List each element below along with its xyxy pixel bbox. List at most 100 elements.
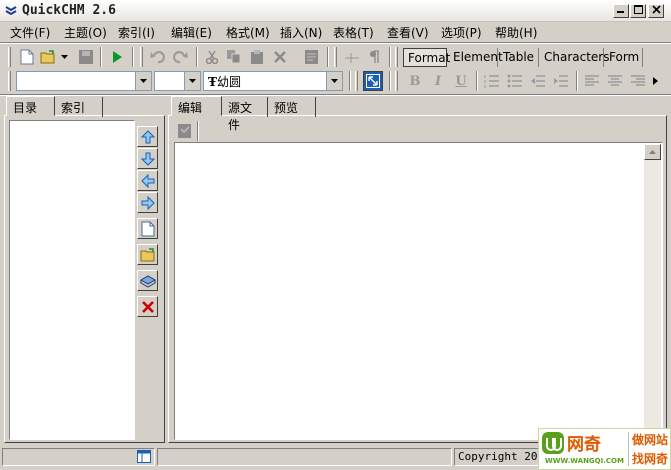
numbered-list-button[interactable] [482, 71, 502, 91]
align-right-icon [631, 75, 645, 86]
toolbar-grip[interactable] [8, 47, 11, 67]
maximize-button[interactable] [630, 4, 646, 18]
delete-button[interactable] [270, 47, 290, 67]
scroll-up-button[interactable] [644, 144, 661, 160]
menu-table[interactable]: 表格(T) [333, 24, 374, 41]
tab-table[interactable]: Table [499, 48, 539, 67]
paste-button[interactable] [247, 47, 267, 67]
watermark-brand: 网奇 [567, 435, 601, 455]
menu-help[interactable]: 帮助(H) [495, 24, 537, 41]
indent-icon [554, 75, 568, 87]
new-button[interactable] [17, 47, 37, 67]
tab-preview[interactable]: 预览 [268, 97, 316, 117]
pilcrow-icon [370, 50, 379, 63]
menu-view[interactable]: 查看(V) [387, 24, 429, 41]
vertical-scrollbar[interactable] [644, 144, 661, 438]
tab-characters[interactable]: Characters [540, 48, 610, 67]
move-right-button[interactable] [137, 192, 158, 213]
toolbar-separator [196, 47, 198, 67]
size-select-arrow[interactable] [184, 72, 200, 90]
outdent-icon [531, 75, 545, 87]
align-right-button[interactable] [628, 71, 648, 91]
tab-form[interactable]: Form [605, 48, 643, 67]
toolbar-grip[interactable] [395, 47, 398, 67]
font-select[interactable]: Ŧ幼圆 [203, 71, 343, 91]
bullet-list-button[interactable] [505, 71, 525, 91]
underline-icon: U [455, 73, 467, 89]
minimize-button[interactable] [613, 4, 629, 18]
horizontal-rule-button[interactable] [342, 47, 362, 67]
move-left-button[interactable] [137, 170, 158, 191]
tab-element[interactable]: Element [449, 48, 503, 67]
menu-file[interactable]: 文件(F) [10, 24, 50, 41]
undo-button[interactable] [148, 47, 168, 67]
align-center-button[interactable] [605, 71, 625, 91]
new-book-button[interactable] [137, 270, 158, 291]
menu-insert[interactable]: 插入(N) [280, 24, 322, 41]
redo-button[interactable] [170, 47, 190, 67]
save-button[interactable] [76, 47, 96, 67]
open-topic-button[interactable] [137, 244, 158, 265]
tab-edit[interactable]: 编辑 [171, 96, 222, 116]
cut-button[interactable] [202, 47, 222, 67]
move-up-button[interactable] [137, 126, 158, 147]
title-bar: QuickCHM 2.6 [0, 0, 671, 22]
new-page-icon [141, 221, 154, 236]
tab-contents[interactable]: 目录 [6, 96, 55, 116]
style-select[interactable] [16, 71, 152, 91]
toolbar-separator [389, 47, 391, 67]
watermark-line2: 找网奇 [632, 452, 669, 466]
menu-topic[interactable]: 主题(O) [64, 24, 107, 41]
edit-properties-button[interactable] [175, 121, 195, 141]
editor-area[interactable] [174, 142, 663, 440]
chevron-down-icon [189, 79, 196, 83]
maximize-icon [633, 5, 643, 14]
link-button[interactable] [363, 71, 383, 91]
bold-button[interactable]: B [405, 71, 425, 91]
chevron-down-icon [140, 79, 147, 83]
copy-button[interactable] [224, 47, 244, 67]
menu-options[interactable]: 选项(P) [441, 24, 482, 41]
delete-topic-button[interactable] [137, 296, 158, 317]
menu-edit[interactable]: 编辑(E) [171, 24, 212, 41]
toolbar-grip[interactable] [140, 47, 143, 67]
toolbar-separator [576, 71, 578, 91]
paragraph-marks-button[interactable] [364, 47, 384, 67]
new-topic-button[interactable] [137, 218, 158, 239]
horizontal-rule-icon [345, 53, 359, 63]
indent-button[interactable] [551, 71, 571, 91]
size-select[interactable] [154, 71, 201, 91]
properties-button[interactable] [302, 47, 322, 67]
move-down-button[interactable] [137, 148, 158, 169]
bullet-list-icon [507, 74, 522, 88]
arrow-down-icon [140, 152, 155, 166]
toolbar-grip[interactable] [395, 71, 398, 91]
italic-button[interactable]: I [428, 71, 448, 91]
toolbar-grip[interactable] [8, 71, 11, 91]
tab-format[interactable]: Format [403, 48, 450, 67]
tab-index[interactable]: 索引 [55, 97, 103, 117]
open-dropdown[interactable] [58, 47, 70, 67]
toolbar-grip[interactable] [355, 71, 358, 91]
delete-x-icon [274, 51, 286, 63]
dropdown-arrow-icon [60, 55, 68, 59]
toolbar-grip[interactable] [334, 47, 337, 67]
toolbar-overflow-button[interactable] [650, 71, 660, 91]
underline-button[interactable]: U [451, 71, 471, 91]
run-button[interactable] [107, 47, 127, 67]
font-select-arrow[interactable] [326, 72, 342, 90]
document-properties-icon [178, 124, 191, 138]
close-button[interactable] [648, 4, 664, 18]
outdent-button[interactable] [528, 71, 548, 91]
align-left-button[interactable] [582, 71, 602, 91]
watermark-line1: 做网站 [632, 433, 669, 447]
style-select-arrow[interactable] [135, 72, 151, 90]
contents-tree[interactable] [9, 120, 135, 440]
open-button[interactable] [38, 47, 58, 67]
toolbar-separator [476, 71, 478, 91]
toolbar-separator [197, 121, 199, 141]
tab-source[interactable]: 源文件 [222, 97, 268, 132]
menu-format[interactable]: 格式(M) [226, 24, 270, 41]
toolbar-separator [132, 47, 134, 67]
menu-index[interactable]: 索引(I) [118, 24, 155, 41]
